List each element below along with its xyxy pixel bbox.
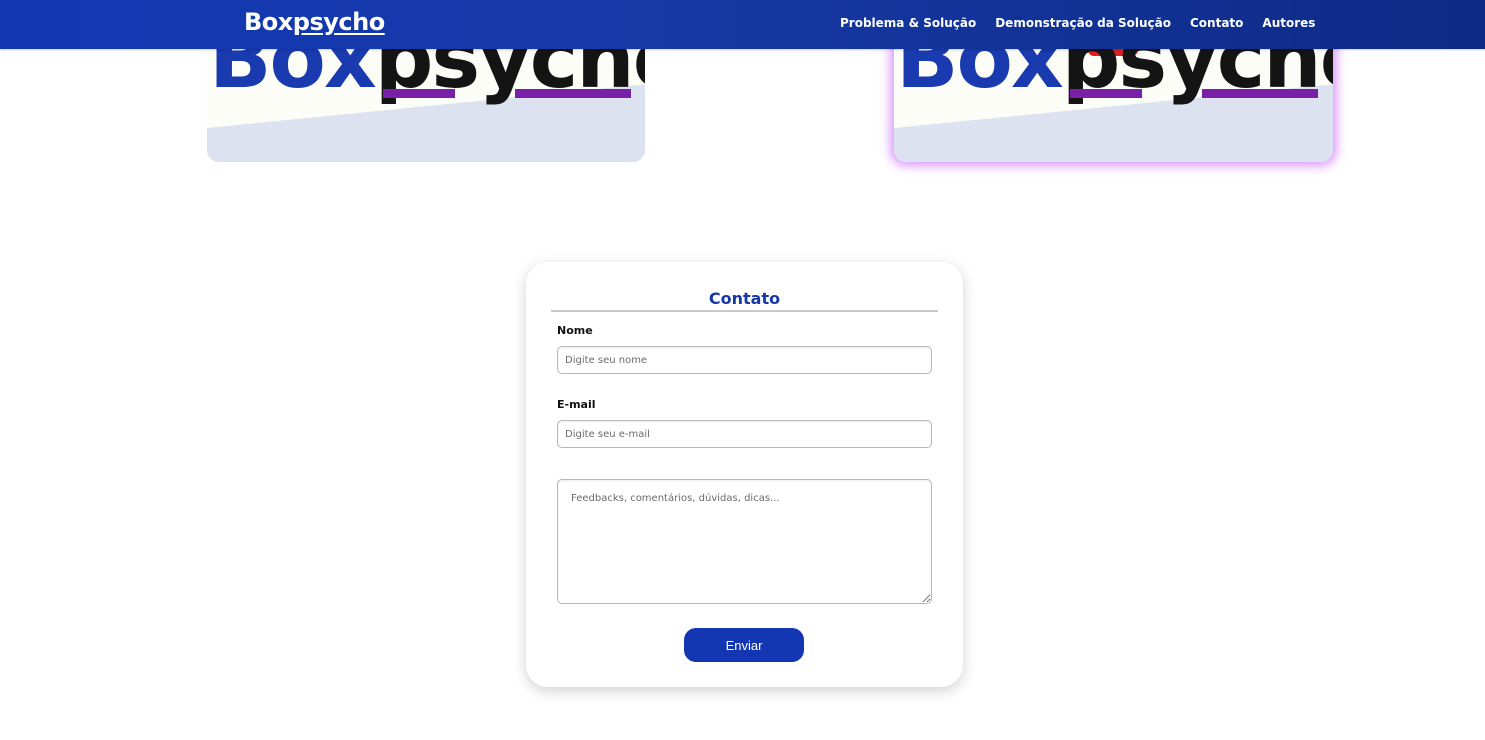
nav-link-demonstracao[interactable]: Demonstração da Solução [995,16,1171,30]
logo-underline-bar [1202,89,1318,98]
logo-underline-bar [515,89,631,98]
nav-link-contato[interactable]: Contato [1190,16,1243,30]
name-label: Nome [557,324,593,337]
email-input[interactable] [557,420,932,448]
submit-button[interactable]: Enviar [684,628,804,662]
nav-link-autores[interactable]: Autores [1262,16,1315,30]
brand-underlined: psycho [292,8,385,36]
name-input[interactable] [557,346,932,374]
logo-underline-bar [383,89,455,98]
top-navbar: Boxpsycho Problema & Solução Demonstraçã… [0,0,1485,49]
message-textarea[interactable] [557,479,932,604]
contact-form-card: Contato Nome E-mail Enviar [526,262,963,687]
email-label: E-mail [557,398,596,411]
brand-logo-link[interactable]: Boxpsycho [244,8,385,36]
logo-underline-bar [1070,89,1142,98]
brand-prefix: Box [244,8,293,36]
nav-links: Problema & Solução Demonstração da Soluç… [840,16,1315,30]
contact-title: Contato [708,289,781,308]
nav-link-problema-solucao[interactable]: Problema & Solução [840,16,976,30]
title-divider [551,310,938,312]
